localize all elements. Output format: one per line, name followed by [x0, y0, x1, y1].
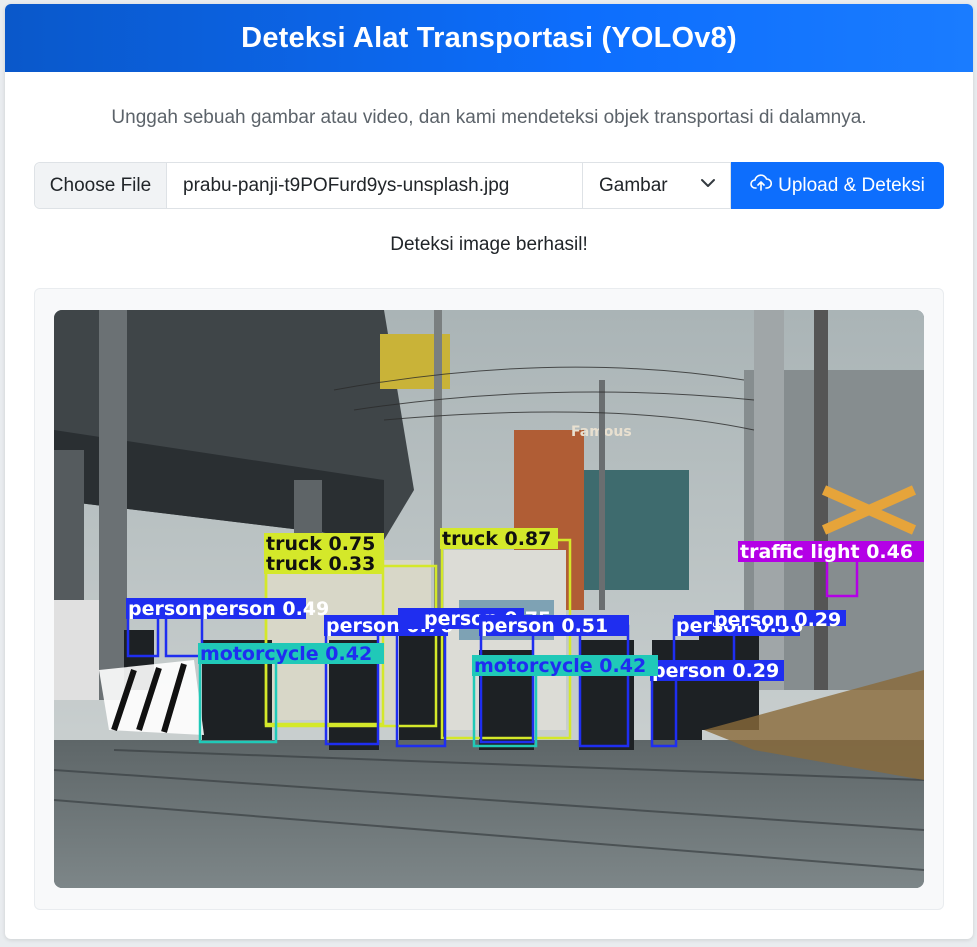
status-message: Deteksi image berhasil!	[390, 234, 588, 255]
upload-form: Choose File prabu-panji-t9POFurd9ys-unsp…	[34, 162, 944, 209]
selected-file-name[interactable]: prabu-panji-t9POFurd9ys-unsplash.jpg	[167, 163, 583, 208]
detection-label: truck 0.75	[266, 533, 375, 555]
choose-file-button[interactable]: Choose File	[35, 163, 167, 208]
page-title: Deteksi Alat Transportasi (YOLOv8)	[241, 21, 737, 54]
media-type-value: Gambar	[599, 174, 668, 196]
detection-label: motorcycle 0.42	[200, 643, 372, 665]
media-type-select[interactable]: Gambar	[583, 163, 731, 208]
detection-label: person 0.51	[481, 615, 608, 637]
detection-result-image: Famous	[54, 310, 924, 888]
result-panel: Famous	[34, 288, 944, 910]
page-subtitle: Unggah sebuah gambar atau video, dan kam…	[111, 107, 867, 128]
detection-label: motorcycle 0.42	[474, 655, 646, 677]
detection-label: person 0.29	[714, 609, 841, 631]
detection-label: truck 0.87	[442, 528, 551, 550]
upload-detect-button[interactable]: Upload & Deteksi	[731, 162, 944, 209]
app-header: Deteksi Alat Transportasi (YOLOv8)	[5, 4, 973, 72]
detection-label: truck 0.33	[266, 553, 375, 575]
cloud-upload-icon	[750, 173, 773, 199]
upload-detect-label: Upload & Deteksi	[778, 174, 925, 196]
detection-label: person 0.49	[202, 598, 329, 620]
detection-label: person 0.29	[652, 660, 779, 682]
detection-label: traffic light 0.46	[740, 541, 913, 563]
main-card: Deteksi Alat Transportasi (YOLOv8) Ungga…	[5, 4, 973, 939]
chevron-down-icon	[700, 175, 716, 197]
